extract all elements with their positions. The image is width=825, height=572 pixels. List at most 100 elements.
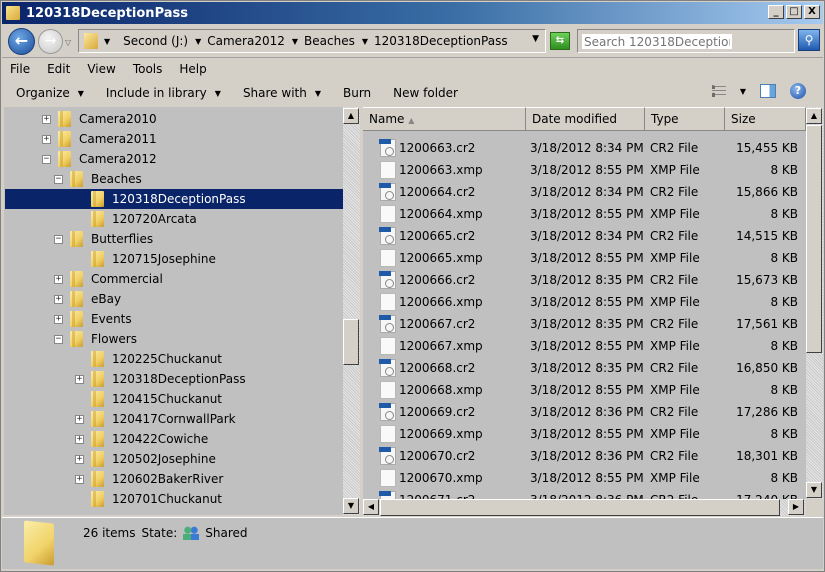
tree-item[interactable]: + Camera2011: [42, 129, 157, 149]
refresh-button[interactable]: ⇆: [550, 32, 570, 50]
tree-item[interactable]: 120318DeceptionPass: [5, 189, 343, 209]
tree-item[interactable]: 120225Chuckanut: [75, 349, 222, 369]
expand-icon[interactable]: +: [42, 114, 51, 124]
tree-item[interactable]: − Flowers: [54, 329, 137, 349]
forward-button[interactable]: →: [38, 29, 63, 54]
expand-icon[interactable]: +: [54, 274, 63, 284]
title-bar[interactable]: 120318DeceptionPass _ □ X: [2, 2, 823, 24]
tree-item[interactable]: 120720Arcata: [75, 209, 197, 229]
tree-item[interactable]: + Events: [54, 309, 132, 329]
file-list-vscrollbar[interactable]: ▲ ▼: [806, 107, 823, 499]
file-row[interactable]: 1200663.cr2 3/18/2012 8:34 PM CR2 File 15,4…: [363, 137, 806, 159]
scroll-thumb[interactable]: [343, 319, 359, 365]
column-header-name[interactable]: Name ▲: [363, 107, 526, 131]
recent-pages-dropdown[interactable]: ▽: [65, 38, 71, 47]
menu-file[interactable]: File: [10, 62, 30, 76]
scroll-up-button[interactable]: ▲: [806, 108, 822, 124]
file-row[interactable]: 1200664.cr2 3/18/2012 8:34 PM CR2 File 15,8…: [363, 181, 806, 203]
file-row[interactable]: 1200670.xmp 3/18/2012 8:55 PM XMP File 8 KB: [363, 467, 806, 489]
search-input[interactable]: [582, 34, 732, 49]
expand-icon[interactable]: +: [75, 374, 84, 384]
address-history-dropdown[interactable]: ▼: [532, 34, 539, 44]
minimize-button[interactable]: _: [768, 5, 784, 19]
scroll-right-button[interactable]: ▶: [788, 499, 804, 515]
expand-icon[interactable]: +: [75, 454, 84, 464]
breadcrumb-item[interactable]: ▼ 120318DeceptionPass: [362, 34, 508, 48]
expand-icon[interactable]: +: [54, 294, 63, 304]
tree-item[interactable]: 120715Josephine: [75, 249, 216, 269]
scroll-thumb[interactable]: [380, 499, 780, 516]
help-icon[interactable]: ?: [790, 83, 806, 99]
tree-item[interactable]: − Camera2012: [42, 149, 157, 169]
close-button[interactable]: X: [804, 5, 820, 19]
file-row[interactable]: 1200666.xmp 3/18/2012 8:55 PM XMP File 8 KB: [363, 291, 806, 313]
file-row[interactable]: 1200671.cr23/18/2012 8:36 PMCR2 File17,2…: [363, 489, 806, 499]
menu-view[interactable]: View: [87, 62, 115, 76]
preview-pane-icon[interactable]: [760, 84, 776, 98]
search-button[interactable]: ⚲: [798, 29, 820, 51]
file-list-hscrollbar[interactable]: ◀ ▶: [363, 499, 806, 516]
back-button[interactable]: ←: [8, 28, 35, 55]
column-header-size[interactable]: Size: [725, 107, 806, 131]
file-row[interactable]: 1200669.xmp 3/18/2012 8:55 PM XMP File 8 KB: [363, 423, 806, 445]
tree-item[interactable]: − Butterflies: [54, 229, 153, 249]
tree-item[interactable]: +120422Cowiche: [75, 429, 208, 449]
file-row[interactable]: 1200666.cr2 3/18/2012 8:35 PM CR2 File 15,6…: [363, 269, 806, 291]
file-row[interactable]: 1200668.cr2 3/18/2012 8:35 PM CR2 File 16,8…: [363, 357, 806, 379]
file-row[interactable]: 1200668.xmp 3/18/2012 8:55 PM XMP File 8 KB: [363, 379, 806, 401]
collapse-icon[interactable]: −: [42, 154, 51, 164]
organize-button[interactable]: Organize ▼: [16, 86, 84, 100]
column-header-date[interactable]: Date modified: [526, 107, 645, 131]
tree-item[interactable]: +120318DeceptionPass: [75, 369, 246, 389]
scroll-left-button[interactable]: ◀: [363, 499, 379, 515]
expand-icon[interactable]: +: [54, 314, 63, 324]
file-row[interactable]: 1200663.xmp 3/18/2012 8:55 PM XMP File 8 KB: [363, 159, 806, 181]
include-in-library-button[interactable]: Include in library ▼: [106, 86, 221, 100]
file-row[interactable]: 1200667.xmp 3/18/2012 8:55 PM XMP File 8 KB: [363, 335, 806, 357]
collapse-icon[interactable]: −: [54, 174, 63, 184]
details-view-icon[interactable]: [711, 85, 726, 97]
file-row[interactable]: 1200667.cr2 3/18/2012 8:35 PM CR2 File 17,5…: [363, 313, 806, 335]
address-bar[interactable]: ▼ Second (J:) ▼ Camera2012 ▼ Beaches ▼ 1203…: [78, 29, 546, 53]
menu-tools[interactable]: Tools: [133, 62, 163, 76]
tree-item[interactable]: + Commercial: [54, 269, 163, 289]
new-folder-button[interactable]: New folder: [393, 86, 458, 100]
breadcrumb-root-arrow[interactable]: ▼: [104, 37, 116, 46]
scroll-up-button[interactable]: ▲: [343, 108, 359, 124]
burn-button[interactable]: Burn: [343, 86, 371, 100]
menu-edit[interactable]: Edit: [47, 62, 70, 76]
tree-item[interactable]: 120701Chuckanut: [75, 489, 222, 509]
expand-icon[interactable]: +: [42, 134, 51, 144]
tree-item[interactable]: 120415Chuckanut: [75, 389, 222, 409]
menu-help[interactable]: Help: [179, 62, 206, 76]
view-options-dropdown[interactable]: ▼: [740, 87, 746, 96]
maximize-button[interactable]: □: [786, 5, 802, 19]
breadcrumb-item[interactable]: ▼ Beaches: [292, 34, 355, 48]
file-row[interactable]: 1200670.cr2 3/18/2012 8:36 PM CR2 File 18,3…: [363, 445, 806, 467]
share-with-button[interactable]: Share with ▼: [243, 86, 321, 100]
tree-item[interactable]: +120602BakerRiver: [75, 469, 223, 489]
tree-item[interactable]: − Beaches: [54, 169, 142, 189]
tree-item[interactable]: +120417CornwallPark: [75, 409, 236, 429]
scroll-thumb[interactable]: [806, 125, 822, 353]
breadcrumb-item[interactable]: ▼ Camera2012: [195, 34, 285, 48]
collapse-icon[interactable]: −: [54, 234, 63, 244]
file-row[interactable]: 1200665.xmp 3/18/2012 8:55 PM XMP File 8 KB: [363, 247, 806, 269]
tree-item[interactable]: + eBay: [54, 289, 121, 309]
tree-item-label: 120720Arcata: [112, 212, 197, 226]
file-row[interactable]: 1200669.cr2 3/18/2012 8:36 PM CR2 File 17,2…: [363, 401, 806, 423]
file-name: 1200667.cr2: [399, 317, 476, 331]
file-row[interactable]: 1200665.cr2 3/18/2012 8:34 PM CR2 File 14,5…: [363, 225, 806, 247]
tree-item[interactable]: +120502Josephine: [75, 449, 216, 469]
tree-item[interactable]: + Camera2010: [42, 109, 157, 129]
expand-icon[interactable]: +: [75, 434, 84, 444]
file-row[interactable]: 1200664.xmp 3/18/2012 8:55 PM XMP File 8 KB: [363, 203, 806, 225]
expand-icon[interactable]: +: [75, 414, 84, 424]
nav-pane-scrollbar[interactable]: ▲ ▼: [343, 107, 360, 515]
breadcrumb-item[interactable]: Second (J:): [123, 34, 188, 48]
scroll-down-button[interactable]: ▼: [806, 482, 822, 498]
expand-icon[interactable]: +: [75, 474, 84, 484]
collapse-icon[interactable]: −: [54, 334, 63, 344]
scroll-down-button[interactable]: ▼: [343, 498, 359, 514]
column-header-type[interactable]: Type: [645, 107, 725, 131]
